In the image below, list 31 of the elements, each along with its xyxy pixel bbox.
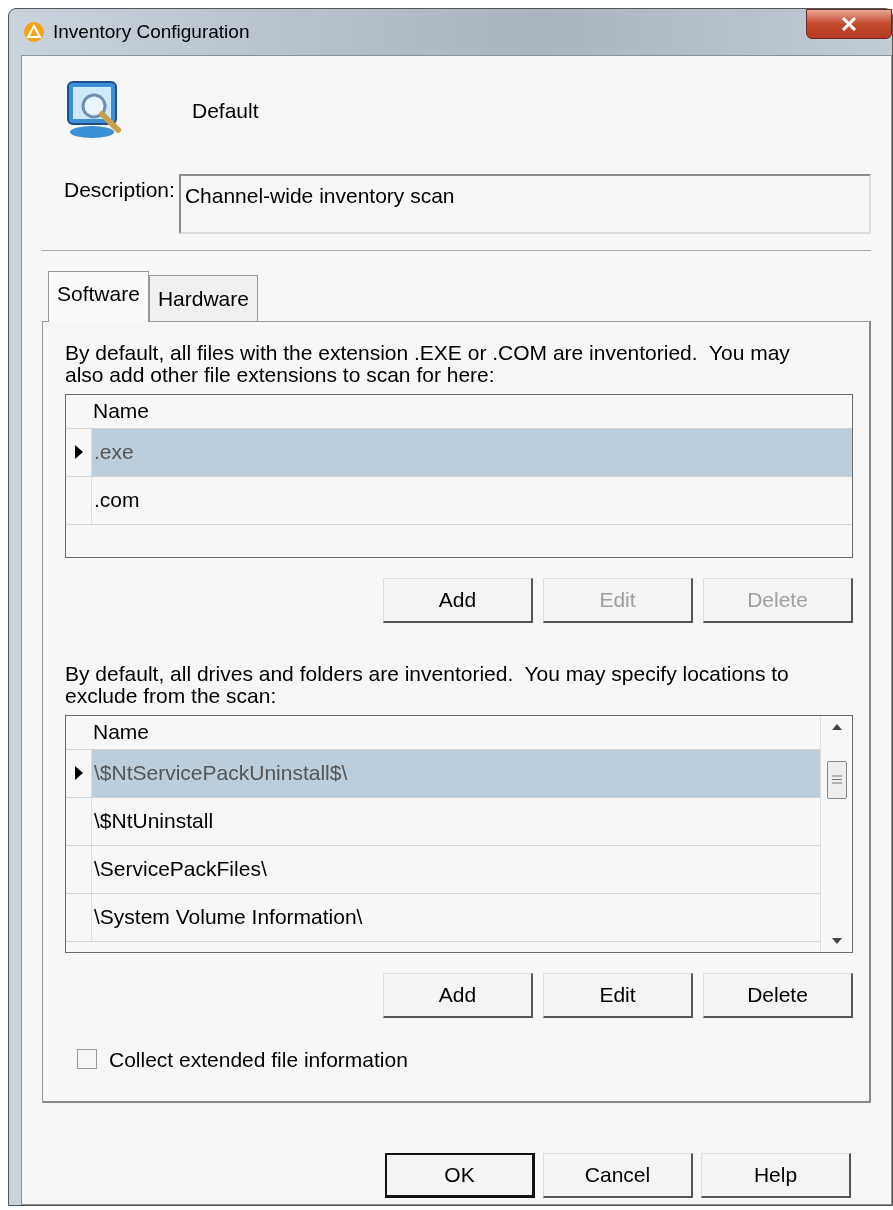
button[interactable]: Edit (543, 972, 693, 1018)
instruction-text: By default, all drives and folders are inventoried. You may specify locations to exclude from the scan: (65, 662, 790, 707)
button[interactable]: Add (383, 972, 533, 1018)
scroll-down-icon[interactable] (831, 937, 842, 944)
checkbox[interactable] (77, 1049, 97, 1070)
window-title: Inventory Configuration (53, 19, 250, 44)
button[interactable]: OK (385, 1152, 535, 1198)
instruction-text: By default, all files with the extension .EXE or .COM are inventoried. You may also add other file extensions to scan for here: (65, 341, 791, 386)
button[interactable]: Cancel (543, 1152, 693, 1198)
table-cell[interactable]: \ServicePackFiles\ (92, 845, 820, 893)
button[interactable]: Help (701, 1152, 851, 1198)
checkbox-label: Collect extended file information (109, 1046, 408, 1073)
table-cell[interactable]: \$NtServicePackUninstall$\ (92, 749, 820, 797)
table-cell[interactable]: \System Volume Information\ (92, 893, 820, 941)
table-cell[interactable]: .exe (92, 428, 852, 476)
description-field[interactable]: Channel-wide inventory scan (178, 174, 871, 234)
app-icon (23, 21, 45, 43)
table-cell[interactable]: \$NtUninstall (92, 797, 820, 845)
button[interactable]: Add (383, 577, 533, 623)
tab[interactable]: Hardware (148, 275, 258, 321)
configuration-name: Default (192, 98, 259, 125)
scroll-thumb[interactable] (826, 760, 847, 799)
table-cell[interactable]: .com (92, 476, 852, 524)
button[interactable]: Delete (703, 972, 853, 1018)
tab[interactable]: Software (48, 271, 149, 322)
close-button[interactable] (806, 9, 892, 39)
close-icon (841, 17, 857, 31)
description-label: Description: (64, 177, 175, 203)
column-header: Name (66, 715, 820, 750)
scroll-up-icon[interactable] (831, 723, 842, 730)
column-header: Name (66, 394, 852, 429)
